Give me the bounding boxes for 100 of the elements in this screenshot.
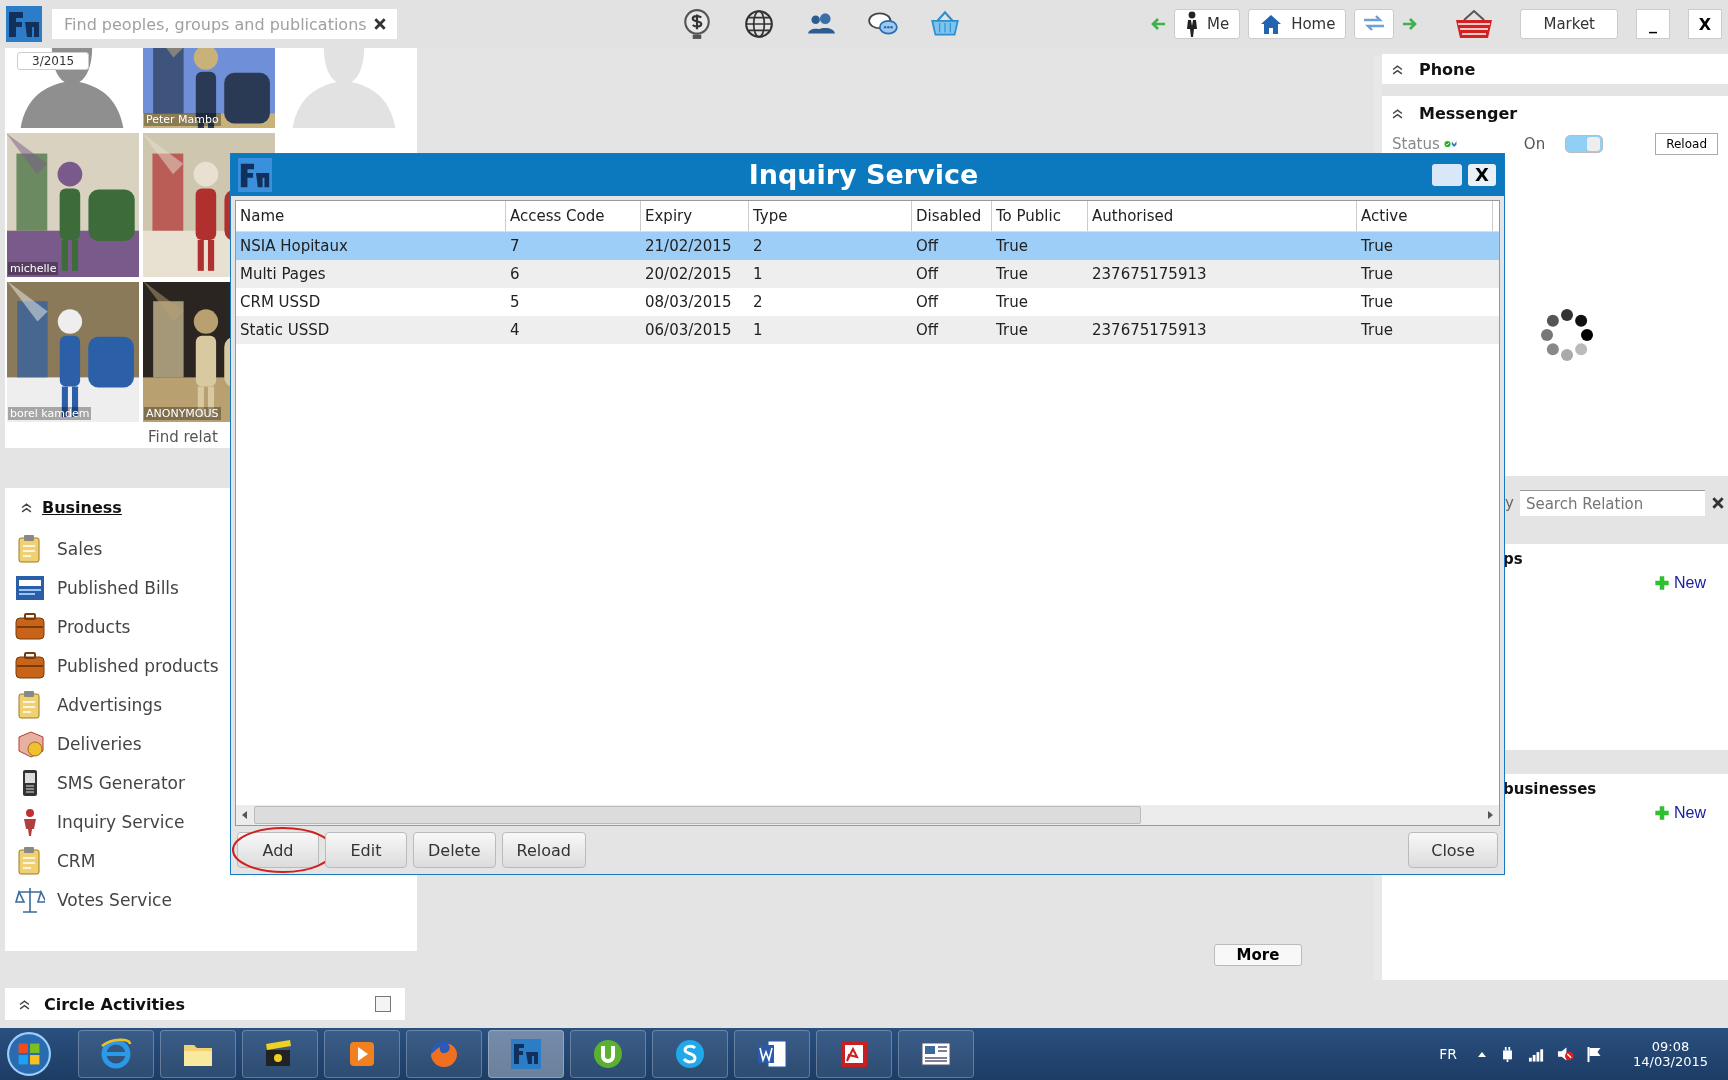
table-cell: Off <box>916 320 939 339</box>
section-title: Messenger <box>1419 104 1518 123</box>
clock-date[interactable]: 14/03/2015 <box>1633 1054 1708 1069</box>
app-logo <box>6 6 42 42</box>
find-relations-link[interactable]: Find relat <box>148 428 218 446</box>
business-menu-item[interactable]: Published Bills <box>15 568 407 607</box>
taskbar-app-button[interactable] <box>570 1030 646 1078</box>
plus-icon <box>1654 805 1670 821</box>
nav-button[interactable]: Home <box>1248 9 1347 39</box>
market-button[interactable]: Market <box>1520 9 1618 39</box>
table-row[interactable]: NSIA Hopitaux 7 21/02/2015 2 Off True True <box>236 231 1499 260</box>
minimize-button[interactable] <box>1432 163 1462 186</box>
business-menu-item[interactable]: Advertisings <box>15 685 407 724</box>
table-cell: 08/03/2015 <box>645 292 732 311</box>
collapse-icon[interactable] <box>1392 63 1403 75</box>
more-button[interactable]: More <box>1214 944 1302 966</box>
table-cell: 06/03/2015 <box>645 320 732 339</box>
shopping-basket-icon[interactable] <box>1454 8 1495 40</box>
taskbar-app-button[interactable] <box>160 1030 236 1078</box>
new-link[interactable]: New <box>1654 574 1706 592</box>
dialog-title: Inquiry Service <box>747 159 980 191</box>
taskbar-app-button[interactable] <box>324 1030 400 1078</box>
sync-button[interactable] <box>1354 9 1395 39</box>
table-cell: 5 <box>510 292 520 311</box>
table-cell: 4 <box>510 320 520 339</box>
table-cell: 2 <box>753 292 763 311</box>
parcel-icon <box>15 728 45 759</box>
collapse-icon[interactable] <box>1392 108 1403 119</box>
toggle-switch[interactable] <box>1565 135 1604 153</box>
table-cell: NSIA Hopitaux <box>240 236 348 255</box>
table-cell: Off <box>916 236 939 255</box>
dialog-button[interactable]: Reload <box>501 832 586 868</box>
taskbar-app-button[interactable] <box>242 1030 318 1078</box>
dialog-button[interactable]: Edit <box>325 832 407 868</box>
column-header[interactable]: Name <box>236 200 506 231</box>
window-control-button[interactable]: X <box>1688 9 1722 39</box>
column-header[interactable]: Type <box>749 200 912 231</box>
taskbar-app-button[interactable] <box>488 1030 564 1078</box>
close-icon[interactable] <box>373 17 387 31</box>
collapse-icon[interactable] <box>21 502 32 513</box>
table-cell: Static USSD <box>240 320 330 339</box>
horizontal-scrollbar[interactable] <box>236 805 1499 825</box>
business-menu-item[interactable]: SMS Generator <box>15 763 407 802</box>
taskbar-app-button[interactable] <box>652 1030 728 1078</box>
relations-label: y <box>1505 494 1514 512</box>
start-button-icon[interactable] <box>6 1031 52 1077</box>
scroll-left-icon[interactable] <box>242 811 248 819</box>
scroll-right-icon[interactable] <box>1487 811 1493 819</box>
app-logo <box>235 157 275 192</box>
table-cell: 237675175913 <box>1092 320 1207 339</box>
date-badge: 3/2015 <box>17 52 90 70</box>
business-menu-item[interactable]: Sales <box>15 529 407 568</box>
checkbox[interactable] <box>375 996 391 1012</box>
language-indicator[interactable]: FR <box>1439 1046 1458 1062</box>
new-link[interactable]: New <box>1654 804 1706 822</box>
table-cell: True <box>996 292 1028 311</box>
taskbar-app-button[interactable] <box>898 1030 974 1078</box>
table-row[interactable]: Multi Pages 6 20/02/2015 1 Off True 237675175913 True <box>236 259 1499 288</box>
caret-up-icon[interactable] <box>1477 1050 1488 1058</box>
contact-name[interactable]: ANONYMOUS <box>144 407 221 420</box>
column-header[interactable]: Access Code <box>506 200 641 231</box>
table-cell: Off <box>916 292 939 311</box>
nav-button[interactable]: Me <box>1173 9 1241 39</box>
close-icon[interactable] <box>1710 496 1725 510</box>
column-header[interactable]: Authorised <box>1088 200 1357 231</box>
taskbar-app-button[interactable] <box>734 1030 810 1078</box>
collapse-icon[interactable] <box>19 998 30 1010</box>
coin-icon[interactable] <box>681 8 713 40</box>
table-cell: 7 <box>510 236 520 255</box>
window-control-button[interactable]: _ <box>1636 9 1670 39</box>
speaker-muted-icon[interactable] <box>1557 1046 1575 1062</box>
search-field[interactable]: Find peoples, groups and publications <box>52 9 397 39</box>
table-cell: True <box>996 236 1028 255</box>
person-icon <box>1184 11 1199 37</box>
table-row[interactable]: CRM USSD 5 08/03/2015 2 Off True True <box>236 287 1499 316</box>
reload-button[interactable]: Reload <box>1655 133 1718 155</box>
business-menu-item[interactable]: Votes Service <box>15 880 407 919</box>
table-row[interactable]: Static USSD 4 06/03/2015 1 Off True 237675175913 True <box>236 315 1499 344</box>
search-field[interactable]: Search Relation <box>1519 490 1705 516</box>
column-header[interactable]: Disabled <box>912 200 992 231</box>
globe-icon[interactable] <box>743 8 775 40</box>
business-menu-item[interactable]: Products <box>15 607 407 646</box>
signal-bars-icon[interactable] <box>1528 1046 1546 1062</box>
column-header[interactable]: Active <box>1357 200 1493 231</box>
business-menu-item[interactable]: Published products <box>15 646 407 685</box>
case-icon <box>15 650 45 681</box>
column-header[interactable]: Expiry <box>641 200 749 231</box>
table-cell: 2 <box>753 236 763 255</box>
dialog-button[interactable]: Add <box>237 832 319 868</box>
clock-time[interactable]: 09:08 <box>1651 1039 1690 1054</box>
close-button[interactable]: X <box>1468 163 1496 186</box>
taskbar-app-button[interactable] <box>816 1030 892 1078</box>
dialog-button[interactable]: Delete <box>413 832 496 868</box>
business-menu-item[interactable]: Deliveries <box>15 724 407 763</box>
column-header[interactable]: To Public <box>992 200 1088 231</box>
close-button[interactable]: Close <box>1408 832 1498 868</box>
table-cell: 237675175913 <box>1092 264 1207 283</box>
section-title: Circle Activities <box>44 994 185 1014</box>
contact-name[interactable]: Peter Mambo <box>144 113 221 126</box>
contact-name[interactable]: michelle <box>8 262 59 275</box>
